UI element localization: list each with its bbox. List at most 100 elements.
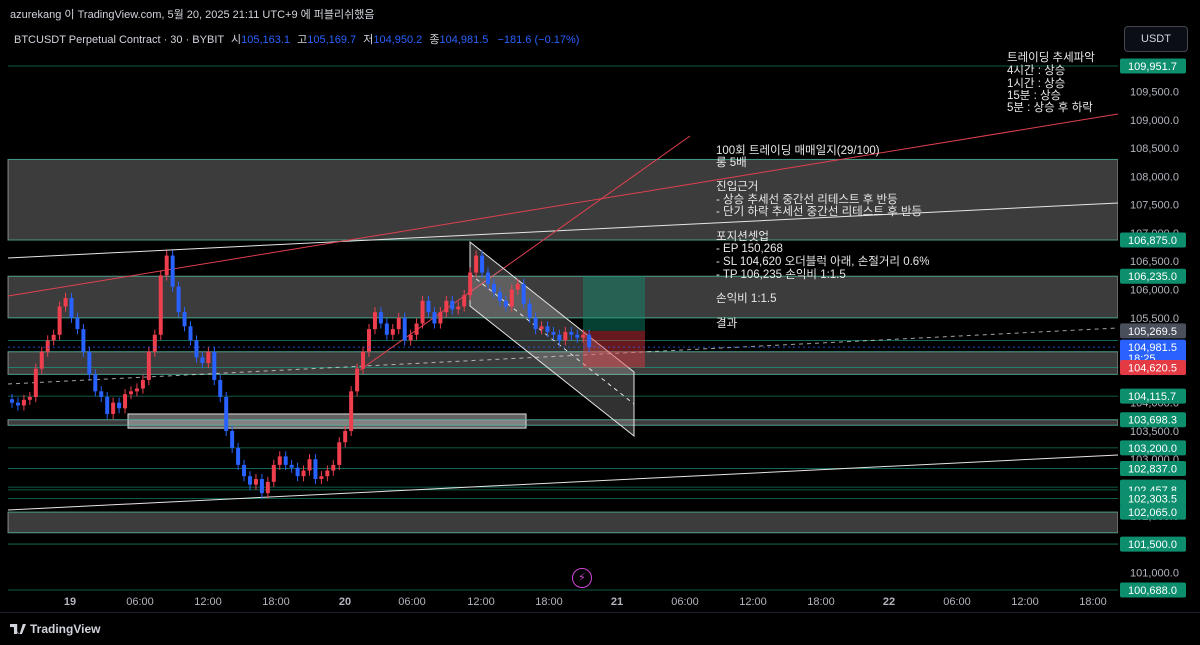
price-tag-text-2: 106,235.0 — [1128, 271, 1177, 283]
x-tick-7: 18:00 — [535, 596, 563, 608]
candle-33 — [206, 351, 211, 364]
candle-61 — [372, 312, 377, 330]
candle-21 — [134, 388, 139, 392]
candle-56 — [343, 430, 348, 443]
candle-57 — [349, 391, 354, 431]
symbol-name: BTCUSDT Perpetual Contract · 30 · BYBIT — [14, 34, 224, 46]
candle-49 — [301, 470, 306, 477]
y-tick-7: 106,000.0 — [1130, 285, 1179, 297]
change-value: −181.6 (−0.17%) — [497, 34, 580, 46]
open-value: 105,163.1 — [241, 34, 291, 46]
candle-90 — [545, 326, 550, 332]
candle-22 — [140, 380, 145, 389]
price-tag-text-8: 103,200.0 — [1128, 443, 1177, 455]
candle-59 — [361, 351, 366, 369]
price-tag-text-3: 105,269.5 — [1128, 326, 1177, 338]
candle-93 — [563, 331, 568, 341]
price-tag-text-9: 102,837.0 — [1128, 463, 1177, 475]
candle-15 — [99, 391, 104, 398]
candle-18 — [117, 402, 122, 409]
trend-line-15m: 15분 : 상승 — [1007, 90, 1062, 102]
risk-reward: 손익비 1:1.5 — [716, 293, 777, 305]
candle-40 — [248, 476, 252, 485]
candle-4 — [33, 368, 38, 398]
x-tick-5: 06:00 — [398, 596, 426, 608]
close-label: 종 — [429, 34, 440, 46]
trend-line-1h: 1시간 : 상승 — [1007, 78, 1066, 90]
uptrend-lower-line — [7, 454, 1119, 511]
x-tick-14: 12:00 — [1011, 596, 1039, 608]
candle-47 — [289, 464, 294, 468]
close-value: 104,981.5 — [439, 34, 489, 46]
candle-62 — [378, 312, 383, 324]
candle-43 — [265, 481, 270, 494]
candle-0 — [10, 399, 14, 403]
result-label: 결과 — [716, 318, 738, 330]
tradingview-logo[interactable]: TradingView — [10, 622, 100, 636]
candle-31 — [194, 340, 199, 358]
candle-71 — [432, 312, 437, 324]
x-tick-11: 18:00 — [807, 596, 835, 608]
candle-9 — [63, 298, 68, 307]
trend-line-4h: 4시간 : 상승 — [1007, 65, 1066, 77]
candle-87 — [527, 303, 532, 318]
footer-bar — [0, 612, 1200, 645]
price-tag-text-7: 103,698.3 — [1128, 415, 1177, 427]
setup-line-tp: - TP 106,235 손익비 1:1.5 — [716, 269, 846, 281]
candle-76 — [462, 295, 467, 307]
order-block-box — [127, 413, 527, 429]
y-tick-6: 106,500.0 — [1130, 256, 1179, 268]
x-tick-10: 12:00 — [739, 596, 767, 608]
candle-94 — [569, 331, 574, 335]
candle-12 — [81, 329, 86, 352]
candle-81 — [491, 283, 496, 293]
trend-title: 트레이딩 추세파악 — [1007, 52, 1095, 64]
candle-97 — [587, 334, 592, 348]
candle-72 — [438, 312, 443, 324]
price-tag-text-5: 104,620.5 — [1128, 363, 1177, 375]
candle-73 — [444, 300, 449, 313]
x-tick-15: 18:00 — [1079, 596, 1107, 608]
candle-77 — [468, 272, 473, 296]
reason-title: 진입근거 — [716, 181, 759, 193]
price-tag-text-1: 106,875.0 — [1128, 235, 1177, 247]
candle-54 — [331, 464, 336, 471]
y-tick-2: 108,500.0 — [1130, 143, 1179, 155]
candle-74 — [450, 300, 455, 310]
journal-title: 100회 트레이딩 매매일지(29/100) — [716, 145, 880, 157]
reason-line-2: - 단기 하락 추세선 중간선 리테스트 후 반등 — [716, 206, 923, 218]
x-tick-13: 06:00 — [943, 596, 971, 608]
candle-68 — [414, 323, 419, 335]
candle-63 — [384, 323, 389, 335]
symbol-legend[interactable]: BTCUSDT Perpetual Contract · 30 · BYBIT … — [14, 31, 579, 47]
candle-13 — [87, 351, 92, 375]
high-label: 고 — [297, 34, 308, 46]
x-tick-2: 12:00 — [194, 596, 222, 608]
lightning-icon[interactable]: ⚡ — [572, 568, 592, 588]
candle-29 — [182, 312, 187, 327]
candle-80 — [486, 272, 490, 284]
zone-0 — [7, 158, 1119, 241]
candle-6 — [45, 340, 50, 352]
candle-37 — [230, 430, 235, 448]
candle-39 — [242, 464, 247, 477]
attribution-text: azurekang 이 TradingView.com, 5월 20, 2025… — [10, 9, 375, 21]
candle-91 — [551, 331, 556, 335]
currency-button[interactable]: USDT — [1124, 26, 1188, 52]
price-tag-text-16: 100,688.0 — [1128, 585, 1177, 597]
candle-17 — [111, 402, 116, 414]
high-value: 105,169.7 — [307, 34, 357, 46]
y-tick-16: 101,000.0 — [1130, 567, 1179, 579]
brand-text: TradingView — [30, 622, 101, 636]
candle-30 — [188, 326, 193, 341]
candle-66 — [402, 317, 407, 341]
candle-79 — [480, 255, 485, 273]
candle-51 — [313, 459, 318, 480]
candle-58 — [355, 368, 360, 392]
low-label: 저 — [363, 34, 374, 46]
price-tag-text-13: 102,303.5 — [1128, 494, 1177, 506]
candle-46 — [283, 456, 288, 465]
candle-45 — [277, 456, 282, 465]
candle-7 — [51, 334, 56, 341]
candle-67 — [408, 334, 413, 341]
